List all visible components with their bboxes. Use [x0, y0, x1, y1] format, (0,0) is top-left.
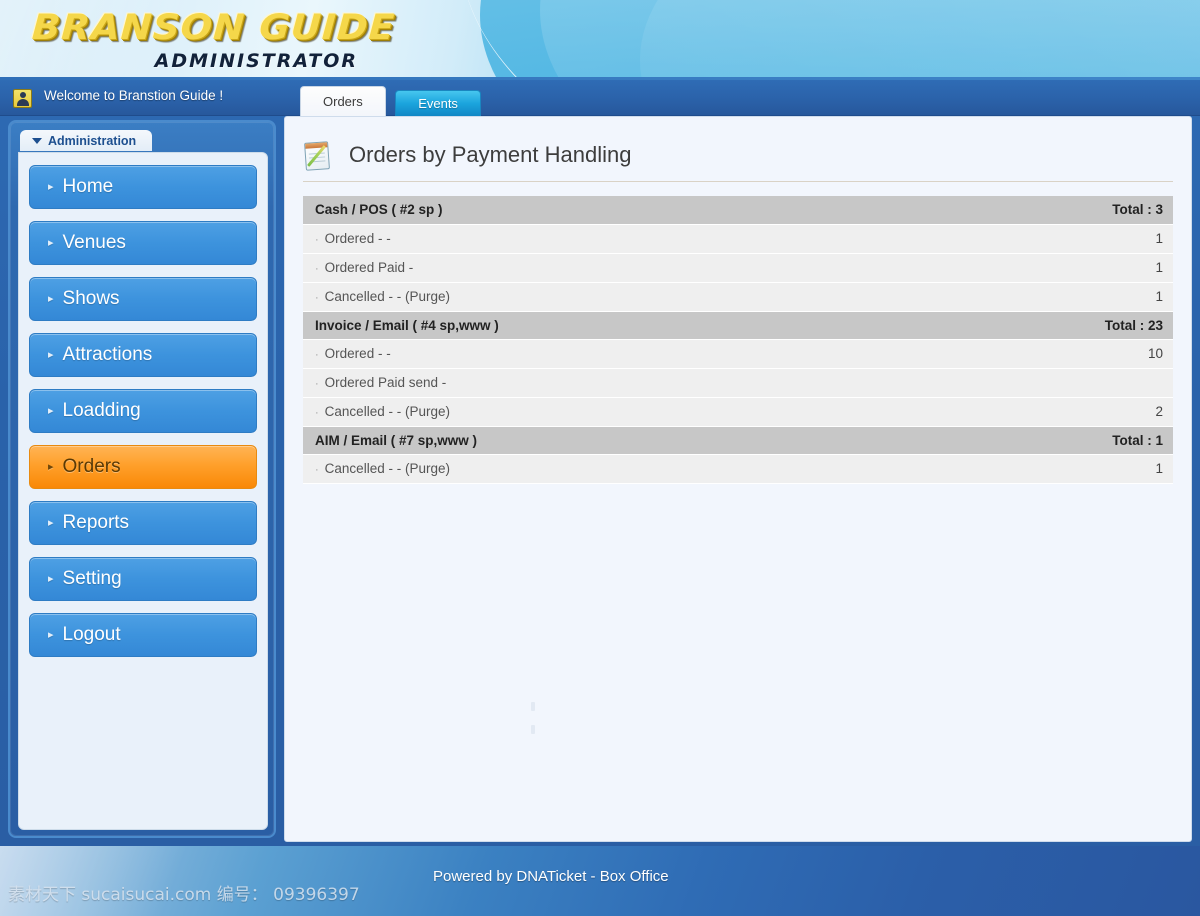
chevron-right-icon: ▸: [48, 516, 54, 529]
bullet-icon: ·: [315, 407, 319, 419]
table-group-row: Cash / POS ( #2 sp ) Total : 3: [303, 196, 1173, 225]
row-label-cell: · Ordered Paid -: [303, 253, 975, 283]
logo-title: BRANSON GUIDE: [30, 8, 397, 48]
site-logo[interactable]: BRANSON GUIDE ADMINISTRATOR: [31, 8, 396, 72]
group-name: AIM / Email ( #7 sp,www ): [303, 426, 975, 455]
sidebar-item-label: Logout: [62, 624, 121, 645]
row-label: Cancelled - - (Purge): [324, 461, 450, 476]
row-value: 2: [977, 397, 1173, 427]
sidebar-item-label: Shows: [62, 288, 120, 309]
sidebar-item-home[interactable]: ▸ Home: [29, 165, 257, 209]
group-name: Cash / POS ( #2 sp ): [303, 196, 975, 225]
row-label: Cancelled - - (Purge): [324, 404, 450, 419]
sidebar-item-label: Loadding: [62, 400, 141, 421]
page-title: Orders by Payment Handling: [349, 142, 632, 167]
group-name: Invoice / Email ( #4 sp,www ): [303, 311, 975, 340]
stock-watermark: 素材天下 sucaisucai.com 编号： 09396397: [8, 885, 360, 905]
row-value: 10: [977, 339, 1173, 369]
bullet-icon: ·: [315, 349, 319, 361]
sidebar-item-label: Reports: [62, 512, 130, 533]
chevron-right-icon: ▸: [48, 180, 54, 193]
row-label: Ordered - -: [324, 231, 391, 246]
table-row[interactable]: · Ordered - - 10: [303, 339, 1173, 369]
row-label-cell: · Cancelled - - (Purge): [303, 454, 975, 484]
row-label: Cancelled - - (Purge): [324, 289, 450, 304]
orders-by-payment-table: Cash / POS ( #2 sp ) Total : 3 · Ordered …: [303, 196, 1173, 484]
bullet-icon: ·: [315, 378, 319, 390]
row-label-cell: · Ordered - -: [303, 339, 975, 369]
sidebar-item-reports[interactable]: ▸ Reports: [29, 501, 257, 545]
sidebar-item-shows[interactable]: ▸ Shows: [29, 277, 257, 321]
row-label-cell: · Cancelled - - (Purge): [303, 397, 975, 427]
row-label-cell: · Ordered - -: [303, 224, 975, 254]
chevron-right-icon: ▸: [48, 292, 54, 305]
sidebar-panel-title: Administration: [48, 134, 137, 148]
chevron-right-icon: ▸: [48, 460, 54, 473]
main-tabs: Orders Events: [300, 86, 486, 116]
site-header: BRANSON GUIDE ADMINISTRATOR: [0, 0, 1200, 80]
title-divider: [303, 181, 1173, 182]
row-label-cell: · Cancelled - - (Purge): [303, 282, 975, 312]
sidebar-item-label: Orders: [62, 456, 121, 477]
bullet-icon: ·: [315, 263, 319, 275]
sidebar-item-label: Home: [62, 176, 114, 197]
table-row[interactable]: · Cancelled - - (Purge) 1: [303, 454, 1173, 484]
chevron-down-icon: [32, 138, 42, 144]
sidebar-item-orders[interactable]: ▸ Orders: [29, 445, 257, 489]
admin-page: BRANSON GUIDE ADMINISTRATOR Welcome to B…: [0, 0, 1200, 916]
logo-subtitle: ADMINISTRATOR: [154, 50, 358, 72]
row-label: Ordered Paid send -: [324, 375, 447, 390]
welcome-message: Welcome to Branstion Guide !: [44, 88, 224, 103]
sidebar-item-label: Venues: [62, 232, 126, 253]
render-artifact: [531, 725, 535, 734]
render-artifact: [531, 702, 535, 711]
page-title-row: Orders by Payment Handling: [303, 135, 1173, 179]
table-row[interactable]: · Ordered Paid - 1: [303, 253, 1173, 283]
tab-orders[interactable]: Orders: [300, 86, 386, 116]
body-area: Administration ▸ Home ▸ Venues ▸ Shows ▸…: [0, 116, 1200, 911]
group-total: Total : 23: [977, 311, 1173, 340]
main-content-panel: Orders by Payment Handling Cash / POS ( …: [284, 116, 1192, 911]
welcome-bar: Welcome to Branstion Guide !: [0, 80, 1200, 116]
bullet-icon: ·: [315, 234, 319, 246]
row-value: 1: [977, 253, 1173, 283]
chevron-right-icon: ▸: [48, 628, 54, 641]
user-icon: [13, 89, 32, 108]
bullet-icon: ·: [315, 464, 319, 476]
sidebar: Administration ▸ Home ▸ Venues ▸ Shows ▸…: [8, 120, 276, 838]
table-row[interactable]: · Ordered Paid send -: [303, 368, 1173, 398]
sidebar-item-venues[interactable]: ▸ Venues: [29, 221, 257, 265]
table-group-row: AIM / Email ( #7 sp,www ) Total : 1: [303, 426, 1173, 455]
sidebar-item-logout[interactable]: ▸ Logout: [29, 613, 257, 657]
chevron-right-icon: ▸: [48, 404, 54, 417]
sidebar-item-label: Setting: [62, 568, 122, 589]
row-label-cell: · Ordered Paid send -: [303, 368, 975, 398]
sidebar-item-label: Attractions: [62, 344, 153, 365]
bullet-icon: ·: [315, 292, 319, 304]
row-label: Ordered Paid -: [324, 260, 414, 275]
chevron-right-icon: ▸: [48, 572, 54, 585]
notepad-pencil-icon: [304, 139, 335, 171]
group-total: Total : 1: [977, 426, 1173, 455]
table-row[interactable]: · Cancelled - - (Purge) 1: [303, 282, 1173, 312]
header-swoosh-4: [640, 0, 1200, 80]
sidebar-item-setting[interactable]: ▸ Setting: [29, 557, 257, 601]
row-label: Ordered - -: [324, 346, 391, 361]
group-total: Total : 3: [977, 196, 1173, 225]
sidebar-item-loadding[interactable]: ▸ Loadding: [29, 389, 257, 433]
sidebar-item-attractions[interactable]: ▸ Attractions: [29, 333, 257, 377]
sidebar-nav: ▸ Home ▸ Venues ▸ Shows ▸ Attractions ▸: [18, 152, 268, 830]
footer-credit: Powered by DNATicket - Box Office: [433, 868, 669, 885]
table-group-row: Invoice / Email ( #4 sp,www ) Total : 23: [303, 311, 1173, 340]
table-row[interactable]: · Ordered - - 1: [303, 224, 1173, 254]
table-row[interactable]: · Cancelled - - (Purge) 2: [303, 397, 1173, 427]
sidebar-panel-header[interactable]: Administration: [20, 130, 153, 151]
row-value: [977, 368, 1173, 398]
chevron-right-icon: ▸: [48, 348, 54, 361]
tab-events[interactable]: Events: [395, 90, 481, 116]
row-value: 1: [977, 454, 1173, 484]
row-value: 1: [977, 282, 1173, 312]
chevron-right-icon: ▸: [48, 236, 54, 249]
row-value: 1: [977, 224, 1173, 254]
